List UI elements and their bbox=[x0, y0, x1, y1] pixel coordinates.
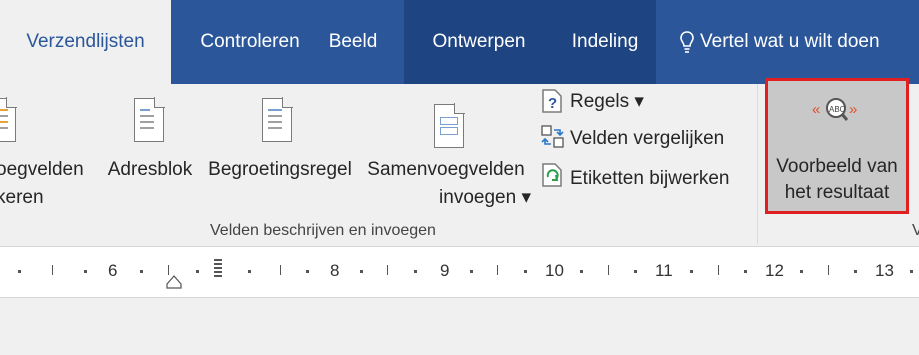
svg-text:ABC: ABC bbox=[829, 105, 846, 114]
ruler-dot bbox=[140, 270, 143, 273]
insert-merge-field-label-2: invoegen ▾ bbox=[439, 187, 531, 208]
ruler-dot bbox=[524, 270, 527, 273]
update-labels-label: Etiketten bijwerken bbox=[570, 168, 730, 189]
update-labels-icon bbox=[542, 163, 562, 187]
ruler-dot bbox=[18, 270, 21, 273]
insert-merge-field-icon bbox=[434, 103, 465, 148]
lightbulb-icon bbox=[680, 31, 694, 53]
ruler-tick bbox=[168, 265, 169, 275]
ruler-tick bbox=[497, 265, 498, 275]
hanging-indent-marker-icon[interactable] bbox=[166, 275, 182, 289]
document-canvas[interactable] bbox=[0, 298, 919, 355]
ruler-number-10: 10 bbox=[545, 261, 564, 280]
ruler-tick bbox=[387, 265, 388, 275]
address-block-label: Adresblok bbox=[107, 159, 193, 180]
ruler-dot bbox=[360, 270, 363, 273]
svg-text:«: « bbox=[812, 101, 820, 118]
ruler-dot bbox=[84, 270, 87, 273]
tab-beeld[interactable]: Beeld bbox=[316, 0, 390, 84]
tab-indeling[interactable]: Indeling bbox=[554, 0, 656, 84]
ruler-dot bbox=[744, 270, 747, 273]
merge-fields-label-2: keren bbox=[0, 187, 44, 208]
svg-text:»: » bbox=[849, 101, 857, 118]
ruler-dot bbox=[248, 270, 251, 273]
ruler-dot bbox=[690, 270, 693, 273]
ruler-dot bbox=[580, 270, 583, 273]
tab-ontwerpen[interactable]: Ontwerpen bbox=[404, 0, 554, 84]
svg-text:?: ? bbox=[548, 95, 557, 112]
ruler-tick bbox=[280, 265, 281, 275]
rules-icon: ? bbox=[542, 89, 562, 113]
preview-results-button[interactable]: « ABC » Voorbeeld van het resultaat bbox=[765, 78, 909, 214]
merge-fields-doc-icon bbox=[0, 97, 17, 142]
greeting-line-icon bbox=[262, 97, 293, 142]
ruler-number-9: 9 bbox=[440, 261, 450, 280]
ruler-dot bbox=[910, 270, 913, 273]
tell-me-box[interactable]: Vertel wat u wilt doen bbox=[672, 0, 919, 84]
ruler-dot bbox=[854, 270, 857, 273]
rules-label: Regels ▾ bbox=[570, 91, 644, 112]
ruler-dot bbox=[800, 270, 803, 273]
greeting-line-label: Begroetingsregel bbox=[208, 159, 352, 180]
tab-stop-marker[interactable] bbox=[214, 259, 222, 279]
ruler-tick bbox=[52, 265, 53, 275]
ruler-dot bbox=[414, 270, 417, 273]
ruler-dot bbox=[196, 270, 199, 273]
tab-verzendlijsten[interactable]: Verzendlijsten bbox=[0, 0, 171, 84]
ribbon-tab-bar: Verzendlijsten Controleren Beeld Ontwerp… bbox=[0, 0, 919, 84]
tell-me-label: Vertel wat u wilt doen bbox=[700, 31, 880, 52]
ruler-number-11: 11 bbox=[655, 261, 673, 280]
ruler-dot bbox=[306, 270, 309, 273]
ruler-tick bbox=[608, 265, 609, 275]
preview-results-icon: « ABC » bbox=[812, 98, 857, 121]
group-separator bbox=[757, 84, 758, 244]
ruler-number-13: 13 bbox=[875, 261, 894, 280]
ruler-tick bbox=[718, 265, 719, 275]
ruler-dot bbox=[634, 270, 637, 273]
ruler-dot bbox=[470, 270, 473, 273]
merge-fields-label-1: oegvelden bbox=[0, 159, 84, 180]
address-block-icon bbox=[134, 97, 165, 142]
insert-merge-field-label-1: Samenvoegvelden bbox=[367, 159, 525, 180]
ruler-tick bbox=[828, 265, 829, 275]
match-fields-icon bbox=[541, 125, 564, 148]
preview-results-label-1: Voorbeeld van bbox=[776, 156, 898, 177]
ruler-number-8: 8 bbox=[330, 261, 340, 280]
preview-results-label-2: het resultaat bbox=[784, 182, 890, 203]
horizontal-ruler[interactable]: 6 8 9 10 11 12 13 bbox=[0, 247, 919, 298]
group-label-preview-partial: V bbox=[912, 222, 919, 239]
tab-controleren[interactable]: Controleren bbox=[188, 0, 312, 84]
group-label-write-insert: Velden beschrijven en invoegen bbox=[210, 222, 436, 239]
ruler-number-12: 12 bbox=[765, 261, 784, 280]
ruler-number-6: 6 bbox=[108, 261, 118, 280]
match-fields-label: Velden vergelijken bbox=[570, 128, 725, 149]
